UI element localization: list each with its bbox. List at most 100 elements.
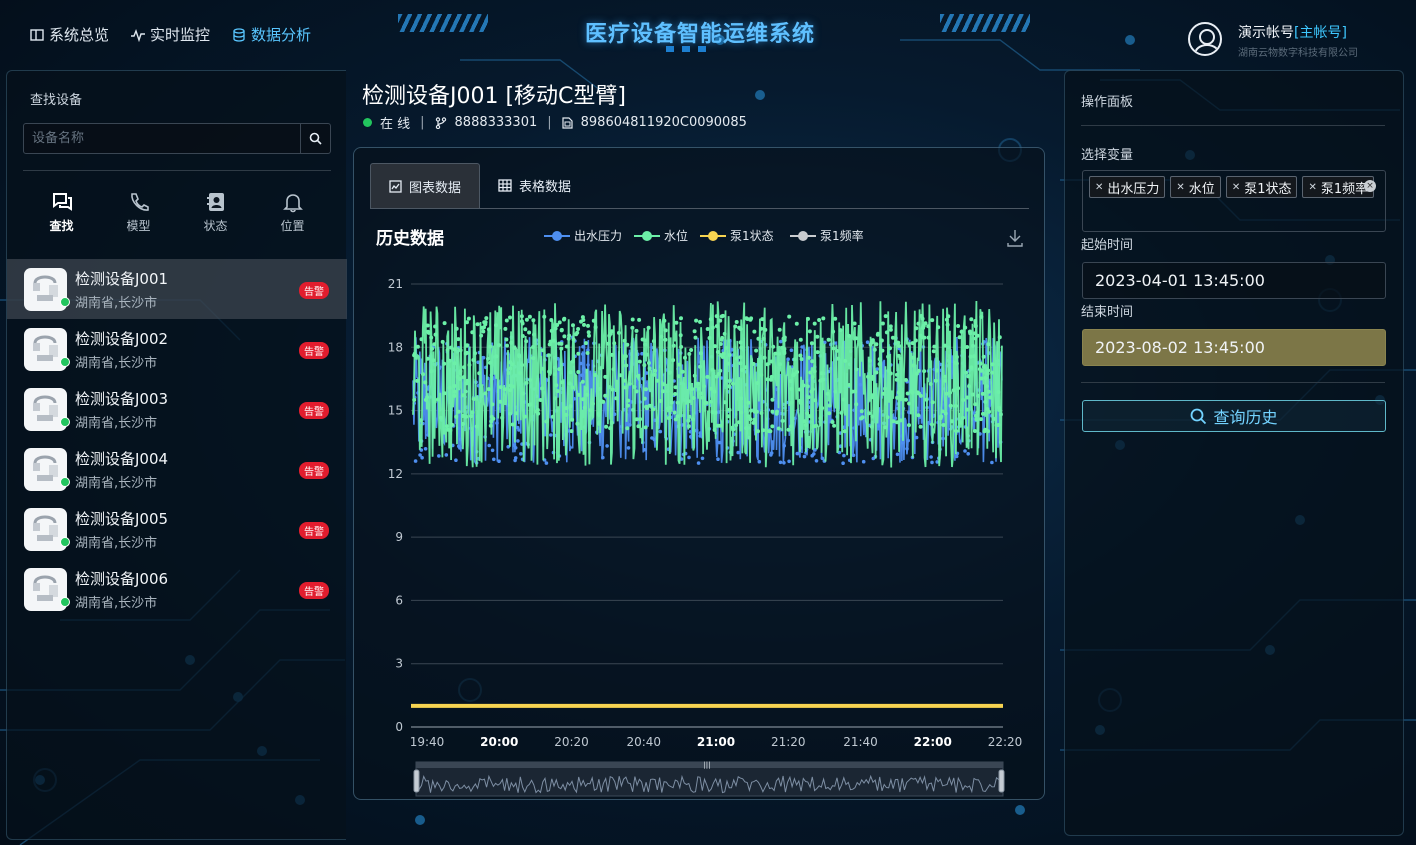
remove-tag-icon[interactable]: ✕ [1308,182,1316,193]
series-point [435,397,440,402]
series-point [782,443,786,448]
series-point [487,443,491,448]
search-input[interactable] [24,124,300,153]
series-point [990,460,994,465]
query-label: 查询历史 [1213,408,1278,427]
legend-swatch-dot [552,231,562,241]
series-point [534,409,539,414]
series-point [540,386,545,391]
series-point [820,456,825,461]
series-point [777,327,782,332]
series-point [983,376,988,380]
series-point [841,397,846,402]
variable-tag: ✕ 出水压力 [1089,176,1166,198]
series-point [651,339,656,344]
series-point [896,340,901,345]
y-tick-label: 6 [395,593,403,607]
zoom-grip-icon[interactable]: ||| [703,761,710,769]
history-chart[interactable]: 历史数据 出水压力 水位 泵1状态 泵1频率 0 3 6 9 12 15 18 21 19:40 20:00… [354,218,1044,798]
series-point [688,430,693,434]
device-list-item[interactable]: 检测设备J001 湖南省,长沙市 告警 [7,259,347,319]
legend-item[interactable]: 泵1频率 [790,228,864,243]
series-point [519,314,524,319]
device-list-item[interactable]: 检测设备J003 湖南省,长沙市 告警 [7,379,347,439]
series-point [463,414,468,419]
series-point [727,407,732,412]
series-point [582,322,586,327]
series-point [985,384,989,389]
series-point [549,433,553,437]
series-point [494,323,498,328]
series-point [765,362,770,367]
series-point [883,314,888,319]
series-point [425,323,430,328]
series-point [883,386,888,391]
search-button[interactable] [300,124,330,153]
series-point [601,455,605,460]
series-point [870,338,875,343]
series-point [820,406,825,411]
zoom-handle-right[interactable] [998,769,1005,793]
legend-item[interactable]: 水位 [634,228,688,243]
device-list-item[interactable]: 检测设备J006 湖南省,长沙市 告警 [7,559,347,619]
series-point [698,364,703,369]
series-point [795,451,800,456]
mode-tab-model[interactable]: 模型 [109,191,169,234]
series-point [531,318,536,323]
series-point [442,361,447,366]
series-point [516,439,520,443]
query-history-button[interactable]: 查询历史 [1082,400,1386,432]
series-point [880,321,885,326]
series-point [739,345,744,350]
mode-tab-find[interactable]: 查找 [32,191,92,234]
series-point [734,356,739,361]
mode-tab-status[interactable]: 状态 [186,191,246,234]
device-thumbnail [24,507,70,551]
series-point [575,421,580,426]
series-point [415,344,420,349]
c-arm-device-icon [33,275,58,301]
nav-data-analysis[interactable]: 数据分析 [232,24,311,45]
avatar[interactable] [1188,22,1222,56]
mode-tab-location[interactable]: 位置 [263,191,323,234]
end-time-input[interactable]: 2023-08-02 13:45:00 [1082,329,1386,366]
y-tick-label: 9 [395,530,403,544]
remove-tag-icon[interactable]: ✕ [1176,182,1184,193]
series-point [461,393,466,398]
device-list-item[interactable]: 检测设备J004 湖南省,长沙市 告警 [7,439,347,499]
variable-select[interactable]: × ✕ 出水压力 ✕ 水位 ✕ 泵1状态 ✕ 泵1频率 [1082,170,1386,232]
series-point [680,369,685,374]
series-point [421,372,425,377]
legend-item[interactable]: 出水压力 [544,229,622,243]
tab-chart-data[interactable]: 图表数据 [370,163,481,208]
nav-system-overview[interactable]: 系统总览 [30,24,109,45]
series-point [492,457,496,462]
nav-realtime-monitor[interactable]: 实时监控 [131,24,210,45]
device-list-item[interactable]: 检测设备J005 湖南省,长沙市 告警 [7,499,347,559]
series-point [588,408,593,413]
series-point [562,334,567,339]
series-point [570,385,575,390]
series-point [544,461,549,465]
series-point [806,395,811,400]
series-point [975,410,980,415]
series-point [655,378,660,383]
device-thumbnail [24,267,70,311]
user-menu[interactable]: 演示帐号[主帐号] 湖南云物数字科技有限公司 [1188,22,1358,59]
legend-item[interactable]: 泵1状态 [700,229,774,243]
series-point [918,424,923,429]
series-point [625,426,630,431]
clear-icon[interactable]: × [1364,180,1376,192]
zoom-handle-left[interactable] [413,769,420,793]
series-point [608,426,613,431]
download-icon[interactable] [1007,230,1023,247]
remove-tag-icon[interactable]: ✕ [1232,182,1240,193]
remove-tag-icon[interactable]: ✕ [1095,182,1103,193]
device-list-item[interactable]: 检测设备J002 湖南省,长沙市 告警 [7,319,347,379]
series-point [432,399,437,404]
tab-table-data[interactable]: 表格数据 [480,163,589,208]
tab-label: 表格数据 [519,180,572,195]
variable-tag: ✕ 泵1状态 [1225,176,1298,198]
start-time-input[interactable]: 2023-04-01 13:45:00 [1082,262,1386,299]
series-point [761,336,766,341]
